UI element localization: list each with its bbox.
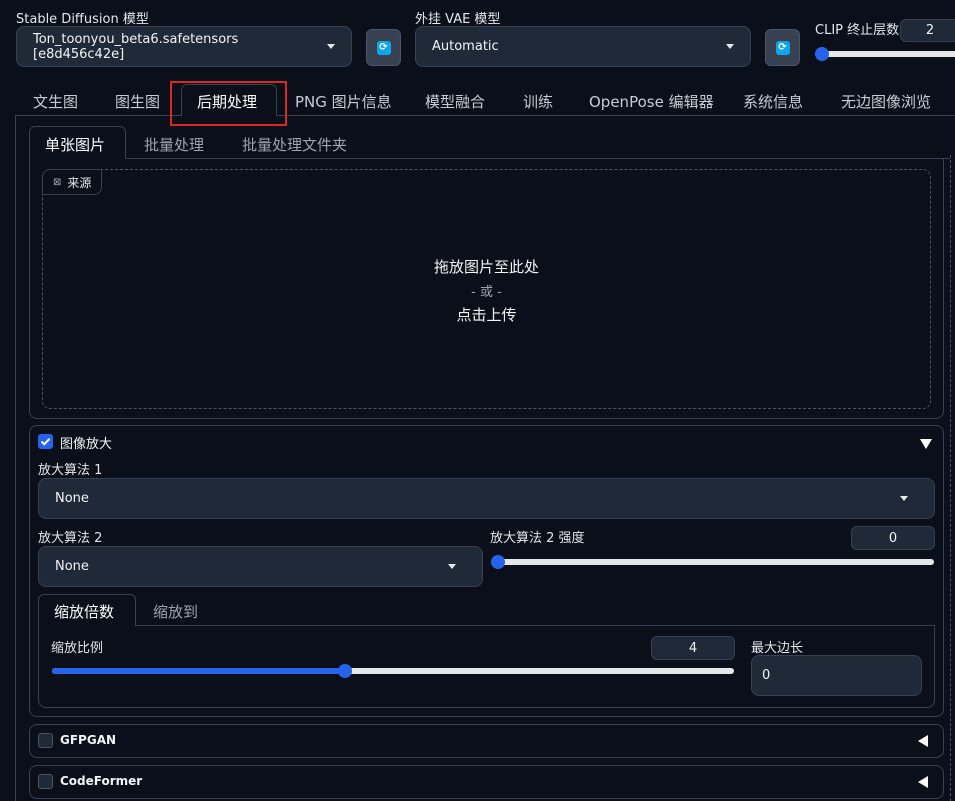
- upscaler2-strength-label: 放大算法 2 强度: [490, 531, 585, 546]
- chevron-down-icon: [448, 564, 456, 569]
- or-text: - 或 -: [471, 285, 502, 300]
- vae-dropdown[interactable]: Automatic: [415, 26, 751, 67]
- upscaler1-dropdown[interactable]: None: [38, 478, 935, 519]
- max-side-label: 最大边长: [751, 641, 804, 656]
- tab-system-info[interactable]: 系统信息: [743, 91, 803, 112]
- scale-slider-fill: [52, 668, 345, 674]
- vae-value: Automatic: [432, 39, 499, 54]
- scale-label: 缩放比例: [51, 641, 104, 656]
- chevron-down-icon: [327, 44, 335, 49]
- upscaler1-value: None: [55, 491, 89, 506]
- max-side-input[interactable]: 0: [751, 655, 922, 696]
- tab-scale-to[interactable]: 缩放到: [153, 601, 198, 622]
- tabs-divider: [15, 115, 955, 116]
- upscaler1-label: 放大算法 1: [38, 463, 103, 478]
- chevron-down-icon: [726, 44, 734, 49]
- tab-model-merge[interactable]: 模型融合: [425, 91, 485, 112]
- subtab-single-image[interactable]: 单张图片: [45, 134, 105, 155]
- upscaler2-value: None: [55, 559, 89, 574]
- upscale-title: 图像放大: [60, 437, 113, 452]
- source-label: 来源: [67, 175, 92, 190]
- tab-image-browser[interactable]: 无边图像浏览: [841, 91, 931, 112]
- upscaler2-strength-input[interactable]: 0: [851, 526, 935, 550]
- clip-value-input[interactable]: 2: [900, 19, 955, 42]
- tab-train[interactable]: 训练: [523, 91, 553, 112]
- upscaler2-strength-thumb[interactable]: [491, 555, 505, 569]
- clip-slider[interactable]: [815, 47, 955, 61]
- scale-input[interactable]: 4: [651, 636, 735, 660]
- click-upload-text[interactable]: 点击上传: [42, 304, 931, 325]
- codeformer-label: CodeFormer: [60, 774, 143, 788]
- refresh-icon: ⟳: [775, 40, 790, 55]
- subtab-batch-process[interactable]: 批量处理: [144, 134, 204, 155]
- expand-triangle-icon[interactable]: [918, 776, 928, 788]
- refresh-models-button[interactable]: ⟳: [366, 29, 401, 66]
- tab-png-info[interactable]: PNG 图片信息: [295, 91, 392, 112]
- gfpgan-panel: [29, 724, 944, 758]
- clip-label: CLIP 终止层数: [815, 23, 900, 38]
- refresh-vae-button[interactable]: ⟳: [765, 29, 800, 66]
- tab-openpose-editor[interactable]: OpenPose 编辑器: [589, 91, 714, 112]
- gfpgan-label: GFPGAN: [60, 733, 117, 747]
- refresh-icon: ⟳: [376, 40, 391, 55]
- content-frame-left: [15, 115, 16, 801]
- content-frame-right: [950, 155, 951, 801]
- collapse-triangle-icon[interactable]: [920, 439, 932, 449]
- highlight-box: [170, 81, 287, 126]
- upscaler2-strength-slider[interactable]: [491, 555, 934, 569]
- scale-slider[interactable]: [52, 664, 734, 678]
- tab-scale-by[interactable]: 缩放倍数: [54, 601, 114, 622]
- codeformer-checkbox[interactable]: [38, 774, 53, 789]
- sd-model-value: Ton_toonyou_beta6.safetensors [e8d456c42…: [33, 31, 239, 62]
- sd-model-label: Stable Diffusion 模型: [16, 12, 149, 27]
- resize-tabs-divider: [38, 625, 935, 626]
- upscaler2-label: 放大算法 2: [38, 531, 103, 546]
- drop-text: 拖放图片至此处: [433, 258, 539, 276]
- clip-slider-thumb[interactable]: [815, 47, 829, 61]
- codeformer-panel: [29, 765, 944, 799]
- image-icon: ⊠: [53, 176, 62, 188]
- expand-triangle-icon[interactable]: [918, 735, 928, 747]
- upscaler2-dropdown[interactable]: None: [38, 546, 483, 587]
- upscale-checkbox[interactable]: [38, 434, 53, 449]
- chevron-down-icon: [900, 496, 908, 501]
- subtab-batch-folder[interactable]: 批量处理文件夹: [242, 134, 347, 155]
- sd-model-dropdown[interactable]: Ton_toonyou_beta6.safetensors [e8d456c42…: [16, 26, 352, 67]
- check-icon: [40, 438, 51, 446]
- vae-label: 外挂 VAE 模型: [415, 12, 501, 27]
- scale-slider-thumb[interactable]: [338, 664, 352, 678]
- gfpgan-checkbox[interactable]: [38, 733, 53, 748]
- tab-txt2img[interactable]: 文生图: [33, 91, 78, 112]
- source-label-badge: ⊠ 来源: [42, 169, 103, 195]
- tab-img2img[interactable]: 图生图: [115, 91, 160, 112]
